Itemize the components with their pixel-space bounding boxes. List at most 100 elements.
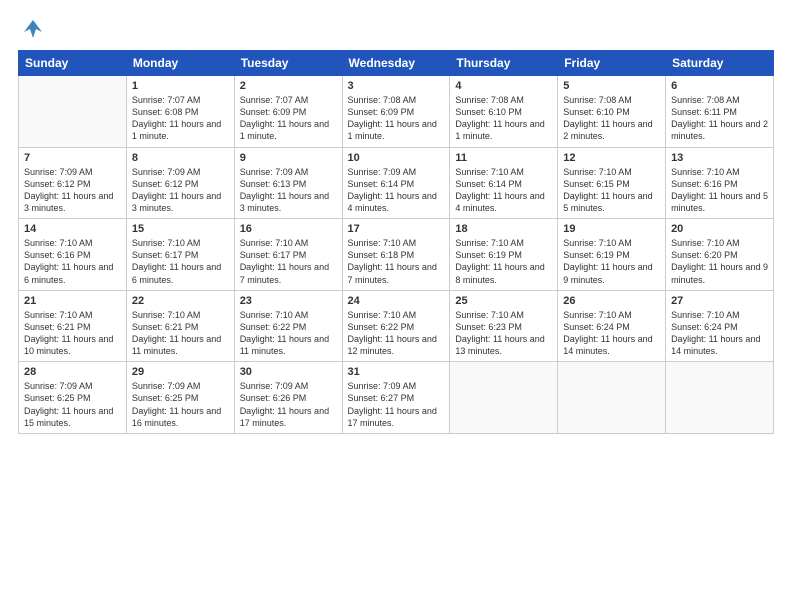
day-number: 30 — [240, 366, 337, 378]
day-number: 20 — [671, 223, 768, 235]
day-number: 26 — [563, 295, 660, 307]
day-number: 6 — [671, 80, 768, 92]
calendar-day-cell: 19 Sunrise: 7:10 AM Sunset: 6:19 PM Dayli… — [558, 219, 666, 291]
day-info: Sunrise: 7:09 AM Sunset: 6:25 PM Dayligh… — [132, 380, 229, 429]
day-info: Sunrise: 7:10 AM Sunset: 6:24 PM Dayligh… — [563, 309, 660, 358]
calendar-day-header: Sunday — [19, 51, 127, 76]
day-info: Sunrise: 7:07 AM Sunset: 6:08 PM Dayligh… — [132, 94, 229, 143]
day-number: 28 — [24, 366, 121, 378]
calendar-day-header: Friday — [558, 51, 666, 76]
calendar-day-cell: 26 Sunrise: 7:10 AM Sunset: 6:24 PM Dayli… — [558, 290, 666, 362]
calendar-day-cell: 15 Sunrise: 7:10 AM Sunset: 6:17 PM Dayli… — [126, 219, 234, 291]
day-info: Sunrise: 7:08 AM Sunset: 6:10 PM Dayligh… — [563, 94, 660, 143]
calendar-day-cell — [450, 362, 558, 434]
calendar-day-cell: 16 Sunrise: 7:10 AM Sunset: 6:17 PM Dayli… — [234, 219, 342, 291]
day-number: 12 — [563, 152, 660, 164]
calendar-day-cell: 2 Sunrise: 7:07 AM Sunset: 6:09 PM Daylig… — [234, 76, 342, 148]
day-info: Sunrise: 7:10 AM Sunset: 6:21 PM Dayligh… — [132, 309, 229, 358]
day-number: 14 — [24, 223, 121, 235]
day-number: 5 — [563, 80, 660, 92]
calendar-day-header: Saturday — [666, 51, 774, 76]
calendar-day-cell: 28 Sunrise: 7:09 AM Sunset: 6:25 PM Dayli… — [19, 362, 127, 434]
calendar-week-row: 7 Sunrise: 7:09 AM Sunset: 6:12 PM Daylig… — [19, 147, 774, 219]
day-info: Sunrise: 7:10 AM Sunset: 6:22 PM Dayligh… — [348, 309, 445, 358]
day-number: 3 — [348, 80, 445, 92]
day-info: Sunrise: 7:10 AM Sunset: 6:19 PM Dayligh… — [563, 237, 660, 286]
calendar-day-cell: 20 Sunrise: 7:10 AM Sunset: 6:20 PM Dayli… — [666, 219, 774, 291]
day-number: 18 — [455, 223, 552, 235]
day-info: Sunrise: 7:10 AM Sunset: 6:16 PM Dayligh… — [24, 237, 121, 286]
day-info: Sunrise: 7:10 AM Sunset: 6:18 PM Dayligh… — [348, 237, 445, 286]
calendar-day-cell: 30Sunrise: 7:09 AM Sunset: 6:26 PM Dayli… — [234, 362, 342, 434]
calendar-day-cell: 22 Sunrise: 7:10 AM Sunset: 6:21 PM Dayli… — [126, 290, 234, 362]
logo-bird-icon — [22, 18, 44, 40]
calendar-day-cell: 5 Sunrise: 7:08 AM Sunset: 6:10 PM Daylig… — [558, 76, 666, 148]
page: SundayMondayTuesdayWednesdayThursdayFrid… — [0, 0, 792, 612]
calendar-table: SundayMondayTuesdayWednesdayThursdayFrid… — [18, 50, 774, 434]
calendar-day-cell — [558, 362, 666, 434]
day-info: Sunrise: 7:10 AM Sunset: 6:19 PM Dayligh… — [455, 237, 552, 286]
calendar-day-cell: 25 Sunrise: 7:10 AM Sunset: 6:23 PM Dayli… — [450, 290, 558, 362]
calendar-day-header: Wednesday — [342, 51, 450, 76]
calendar-day-cell: 24Sunrise: 7:10 AM Sunset: 6:22 PM Dayli… — [342, 290, 450, 362]
calendar-day-cell — [19, 76, 127, 148]
day-number: 21 — [24, 295, 121, 307]
logo — [18, 18, 44, 40]
day-info: Sunrise: 7:10 AM Sunset: 6:16 PM Dayligh… — [671, 166, 768, 215]
day-info: Sunrise: 7:09 AM Sunset: 6:13 PM Dayligh… — [240, 166, 337, 215]
day-info: Sunrise: 7:10 AM Sunset: 6:22 PM Dayligh… — [240, 309, 337, 358]
calendar-day-cell: 31Sunrise: 7:09 AM Sunset: 6:27 PM Dayli… — [342, 362, 450, 434]
day-number: 27 — [671, 295, 768, 307]
calendar-week-row: 1Sunrise: 7:07 AM Sunset: 6:08 PM Daylig… — [19, 76, 774, 148]
calendar-day-cell — [666, 362, 774, 434]
calendar-day-header: Tuesday — [234, 51, 342, 76]
day-info: Sunrise: 7:10 AM Sunset: 6:20 PM Dayligh… — [671, 237, 768, 286]
calendar-day-cell: 21 Sunrise: 7:10 AM Sunset: 6:21 PM Dayli… — [19, 290, 127, 362]
day-info: Sunrise: 7:08 AM Sunset: 6:09 PM Dayligh… — [348, 94, 445, 143]
calendar-day-cell: 9 Sunrise: 7:09 AM Sunset: 6:13 PM Daylig… — [234, 147, 342, 219]
calendar-week-row: 21 Sunrise: 7:10 AM Sunset: 6:21 PM Dayli… — [19, 290, 774, 362]
calendar-day-cell: 23 Sunrise: 7:10 AM Sunset: 6:22 PM Dayli… — [234, 290, 342, 362]
day-info: Sunrise: 7:10 AM Sunset: 6:21 PM Dayligh… — [24, 309, 121, 358]
day-number: 9 — [240, 152, 337, 164]
day-number: 25 — [455, 295, 552, 307]
day-info: Sunrise: 7:08 AM Sunset: 6:10 PM Dayligh… — [455, 94, 552, 143]
day-number: 19 — [563, 223, 660, 235]
day-info: Sunrise: 7:08 AM Sunset: 6:11 PM Dayligh… — [671, 94, 768, 143]
day-number: 2 — [240, 80, 337, 92]
day-info: Sunrise: 7:10 AM Sunset: 6:17 PM Dayligh… — [240, 237, 337, 286]
day-number: 17 — [348, 223, 445, 235]
calendar-day-cell: 7 Sunrise: 7:09 AM Sunset: 6:12 PM Daylig… — [19, 147, 127, 219]
day-number: 23 — [240, 295, 337, 307]
calendar-day-header: Monday — [126, 51, 234, 76]
calendar-day-cell: 14 Sunrise: 7:10 AM Sunset: 6:16 PM Dayli… — [19, 219, 127, 291]
day-number: 29 — [132, 366, 229, 378]
day-number: 10 — [348, 152, 445, 164]
calendar-day-header: Thursday — [450, 51, 558, 76]
day-info: Sunrise: 7:09 AM Sunset: 6:14 PM Dayligh… — [348, 166, 445, 215]
day-number: 16 — [240, 223, 337, 235]
day-info: Sunrise: 7:07 AM Sunset: 6:09 PM Dayligh… — [240, 94, 337, 143]
calendar-day-cell: 11Sunrise: 7:10 AM Sunset: 6:14 PM Dayli… — [450, 147, 558, 219]
calendar-day-cell: 12 Sunrise: 7:10 AM Sunset: 6:15 PM Dayli… — [558, 147, 666, 219]
calendar-header-row: SundayMondayTuesdayWednesdayThursdayFrid… — [19, 51, 774, 76]
calendar-day-cell: 1Sunrise: 7:07 AM Sunset: 6:08 PM Daylig… — [126, 76, 234, 148]
day-info: Sunrise: 7:10 AM Sunset: 6:23 PM Dayligh… — [455, 309, 552, 358]
calendar-day-cell: 4Sunrise: 7:08 AM Sunset: 6:10 PM Daylig… — [450, 76, 558, 148]
day-info: Sunrise: 7:09 AM Sunset: 6:27 PM Dayligh… — [348, 380, 445, 429]
day-number: 15 — [132, 223, 229, 235]
calendar-week-row: 28 Sunrise: 7:09 AM Sunset: 6:25 PM Dayli… — [19, 362, 774, 434]
calendar-day-cell: 6 Sunrise: 7:08 AM Sunset: 6:11 PM Daylig… — [666, 76, 774, 148]
day-number: 8 — [132, 152, 229, 164]
day-number: 7 — [24, 152, 121, 164]
day-info: Sunrise: 7:09 AM Sunset: 6:25 PM Dayligh… — [24, 380, 121, 429]
day-number: 22 — [132, 295, 229, 307]
calendar-day-cell: 18 Sunrise: 7:10 AM Sunset: 6:19 PM Dayli… — [450, 219, 558, 291]
day-info: Sunrise: 7:10 AM Sunset: 6:15 PM Dayligh… — [563, 166, 660, 215]
calendar-day-cell: 13Sunrise: 7:10 AM Sunset: 6:16 PM Dayli… — [666, 147, 774, 219]
day-info: Sunrise: 7:10 AM Sunset: 6:17 PM Dayligh… — [132, 237, 229, 286]
calendar-week-row: 14 Sunrise: 7:10 AM Sunset: 6:16 PM Dayli… — [19, 219, 774, 291]
day-info: Sunrise: 7:09 AM Sunset: 6:12 PM Dayligh… — [24, 166, 121, 215]
calendar-day-cell: 10 Sunrise: 7:09 AM Sunset: 6:14 PM Dayli… — [342, 147, 450, 219]
day-number: 11 — [455, 152, 552, 164]
